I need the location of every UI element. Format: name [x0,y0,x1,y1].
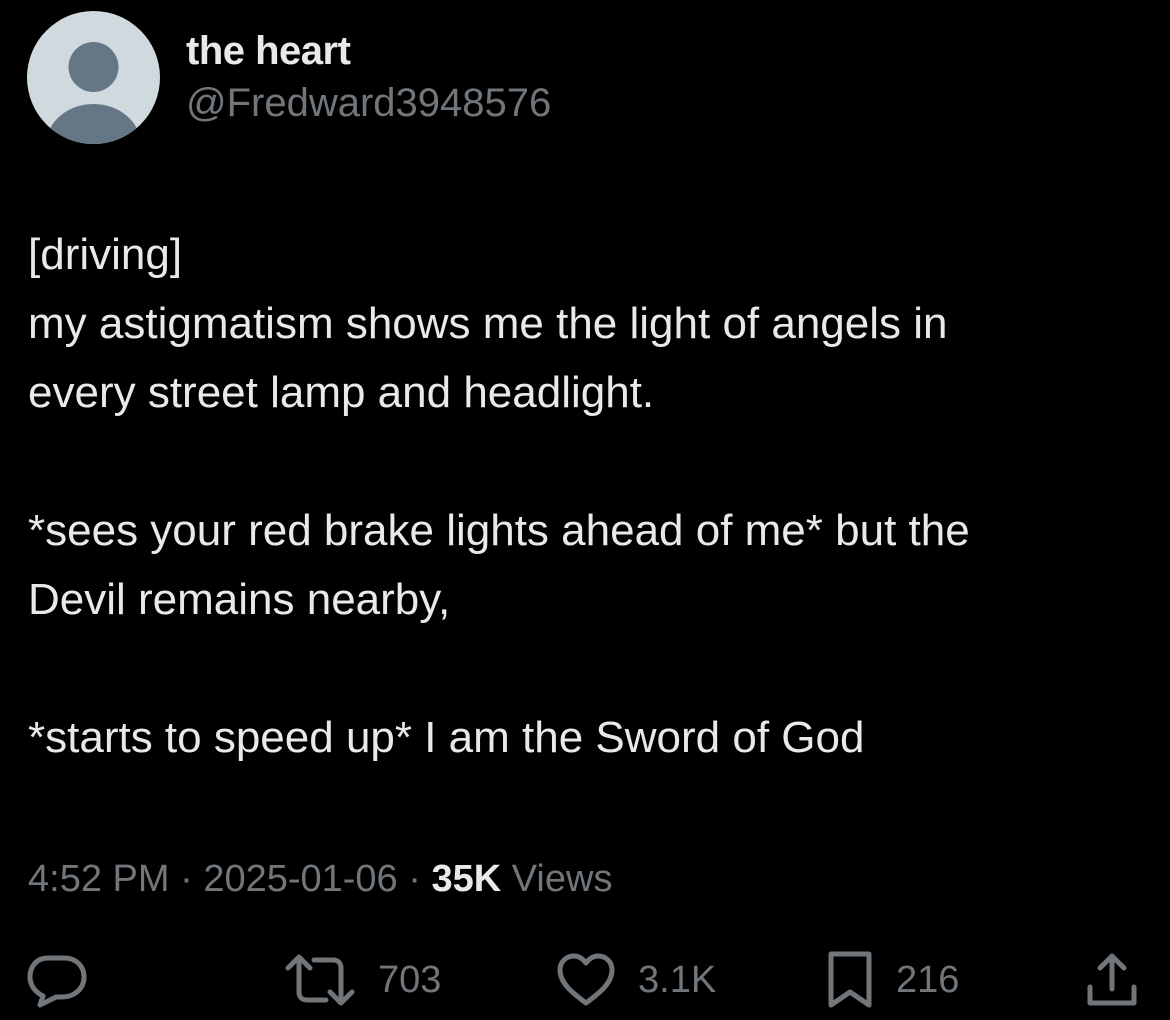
tweet-text: [driving] my astigmatism shows me the li… [28,220,1148,772]
meta-separator: · [397,858,432,900]
tweet-line: Devil remains nearby, [28,575,451,624]
like-button[interactable]: 3.1K [556,950,716,1010]
default-avatar-icon [46,42,141,144]
like-count: 3.1K [638,958,717,1001]
tweet-line: [driving] [28,230,183,279]
tweet-line: *starts to speed up* I am the Sword of G… [28,713,865,762]
meta-separator: · [169,858,204,900]
reply-icon [27,955,87,1008]
retweet-count: 703 [378,958,442,1001]
tweet-date[interactable]: 2025-01-06 [203,858,397,900]
tweet-meta: 4:52 PM · 2025-01-06 · 35K Views [28,856,612,902]
views-count: 35K [431,858,502,900]
tweet-time[interactable]: 4:52 PM [28,858,170,900]
heart-icon [557,953,615,1006]
bookmark-button[interactable]: 216 [826,950,959,1010]
author-handle[interactable]: @Fredward3948576 [186,80,551,126]
avatar[interactable] [27,11,160,144]
views-label: Views [501,858,613,900]
retweet-button[interactable]: 703 [284,950,441,1010]
action-bar: 703 3.1K 216 [0,950,1170,1010]
tweet-line: my astigmatism shows me the light of ang… [28,299,948,348]
tweet-line: *sees your red brake lights ahead of me*… [28,506,970,555]
bookmark-count: 216 [896,958,960,1001]
retweet-icon [285,954,355,1006]
share-icon [1087,953,1137,1006]
tweet-line: every street lamp and headlight. [28,368,655,417]
reply-button[interactable] [26,950,88,1010]
author-display-name[interactable]: the heart [186,28,351,74]
bookmark-icon [828,951,872,1008]
share-button[interactable] [1084,950,1140,1010]
